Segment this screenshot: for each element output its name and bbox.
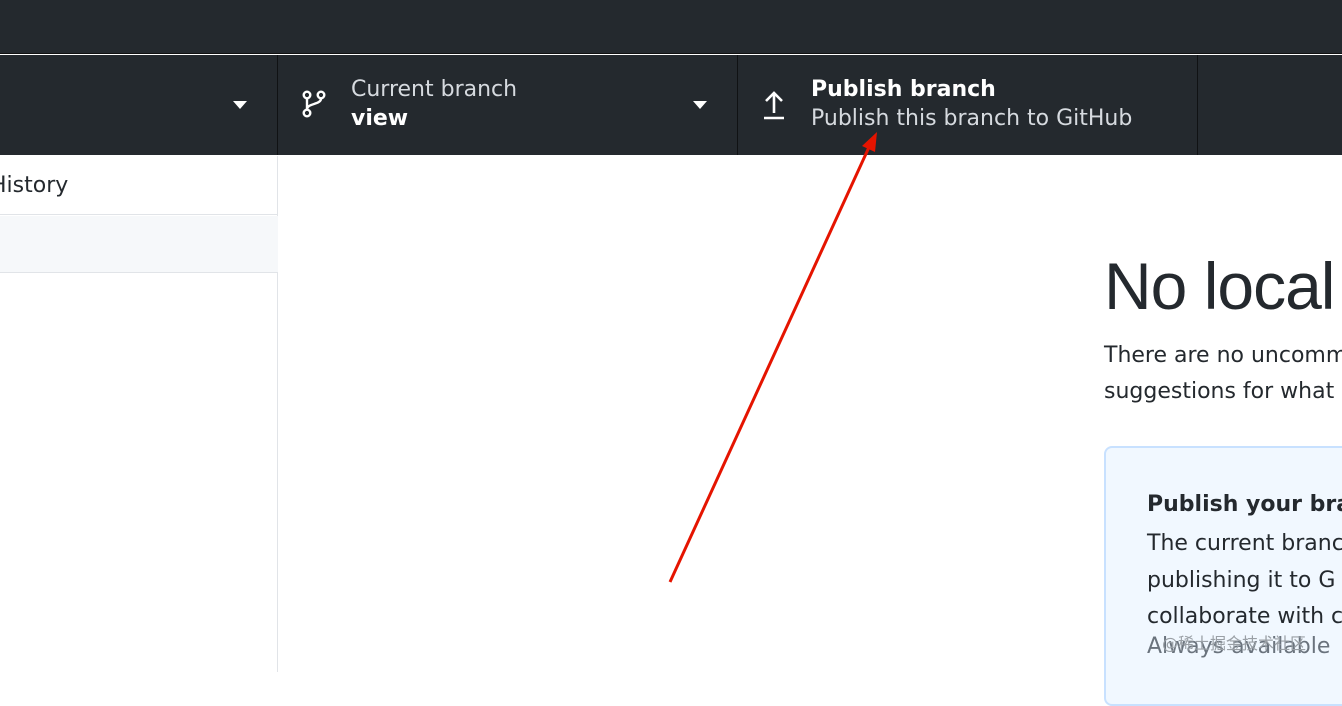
page-description-line: There are no uncomm	[1104, 343, 1342, 368]
branch-text: Current branch view	[351, 75, 517, 133]
card-body: The current branc publishing it to G col…	[1147, 526, 1342, 636]
card-title: Publish your bra	[1147, 492, 1342, 517]
current-repository-button[interactable]	[0, 55, 278, 155]
page-title: No local	[1104, 249, 1335, 323]
sidebar: History	[0, 156, 278, 672]
sidebar-filter-row	[0, 216, 278, 273]
branch-name: view	[351, 106, 409, 131]
tab-history[interactable]: History	[0, 156, 278, 215]
watermark: @稀土掘金技术社区	[1162, 634, 1307, 653]
title-bar	[0, 0, 1342, 54]
main-content: No local There are no uncomm suggestions…	[279, 156, 1342, 706]
toolbar: Current branch view Publish branch Publi…	[0, 55, 1342, 155]
page-description: There are no uncomm suggestions for what	[1104, 338, 1342, 410]
publish-suggestion-card: Publish your bra The current branc publi…	[1104, 446, 1342, 706]
card-body-line: The current branc	[1147, 531, 1342, 556]
chevron-down-icon	[693, 101, 707, 109]
publish-text: Publish branch Publish this branch to Gi…	[811, 75, 1132, 133]
tab-history-label: History	[0, 173, 69, 198]
publish-description: Publish this branch to GitHub	[811, 106, 1133, 131]
current-branch-button[interactable]: Current branch view	[278, 55, 738, 155]
card-body-line: publishing it to G	[1147, 567, 1336, 593]
git-branch-icon	[302, 90, 326, 118]
chevron-down-icon	[233, 101, 247, 109]
page-description-line: suggestions for what	[1104, 379, 1335, 404]
publish-label: Publish branch	[811, 77, 996, 102]
publish-branch-button[interactable]: Publish branch Publish this branch to Gi…	[738, 55, 1198, 155]
branch-label: Current branch	[351, 77, 518, 102]
upload-arrow-icon	[764, 91, 784, 120]
